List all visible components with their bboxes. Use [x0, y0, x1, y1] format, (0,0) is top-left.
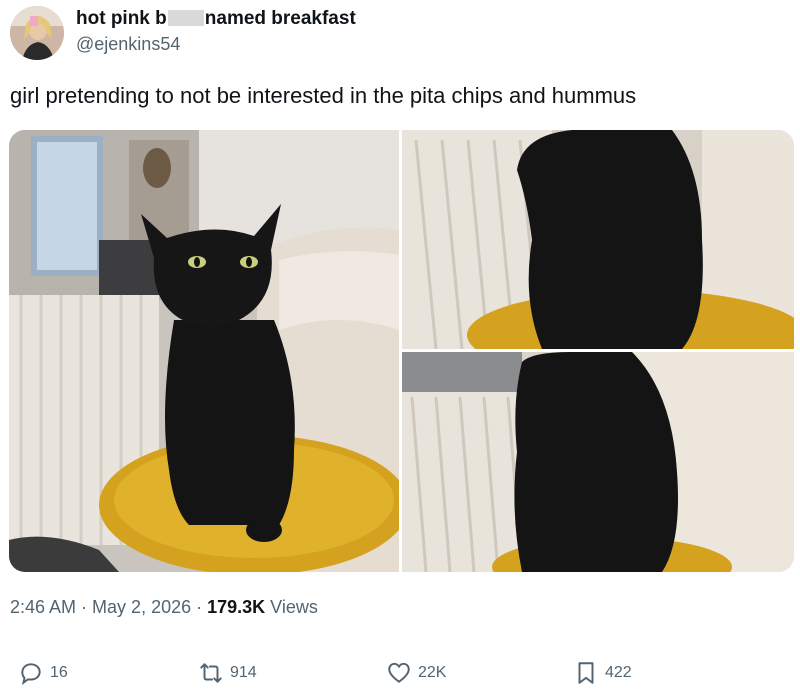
heart-icon — [388, 662, 410, 683]
photo-1[interactable] — [9, 130, 399, 572]
photo-3[interactable] — [402, 352, 794, 572]
bookmark-button[interactable]: 422 — [573, 660, 632, 686]
tweet-text: girl pretending to not be interested in … — [10, 83, 637, 108]
author-name-part1: hot pink b — [76, 8, 167, 29]
views-label: Views — [270, 597, 318, 617]
views-count: 179.3K — [207, 597, 266, 617]
tweet-meta: 2:46 AM · May 2, 2026 · 179.3K Views — [10, 597, 318, 618]
separator-dot: · — [196, 597, 203, 617]
reply-count: 16 — [50, 664, 68, 681]
author-name[interactable]: hot pink b named breakfast — [76, 8, 356, 30]
separator-dot: · — [81, 597, 88, 617]
tweet-date[interactable]: May 2, 2026 — [92, 597, 191, 617]
action-bar: 16 914 22K 422 — [0, 660, 800, 696]
avatar[interactable] — [10, 6, 64, 60]
like-button[interactable]: 22K — [386, 660, 446, 686]
retweet-count: 914 — [230, 664, 257, 681]
bookmark-icon — [578, 662, 594, 684]
tweet-time[interactable]: 2:46 AM — [10, 597, 76, 617]
reply-icon — [21, 663, 41, 686]
redaction-block — [167, 10, 204, 26]
bookmark-count: 422 — [605, 664, 632, 681]
author-name-part2: named breakfast — [204, 8, 356, 29]
like-count: 22K — [418, 664, 447, 681]
retweet-button[interactable]: 914 — [198, 660, 257, 686]
author-handle[interactable]: @ejenkins54 — [76, 34, 180, 55]
retweet-icon — [200, 663, 222, 683]
reply-button[interactable]: 16 — [18, 660, 68, 686]
media-grid — [9, 130, 794, 572]
tweet-header: hot pink b named breakfast @ejenkins54 — [10, 4, 790, 60]
photo-2[interactable] — [402, 130, 794, 349]
